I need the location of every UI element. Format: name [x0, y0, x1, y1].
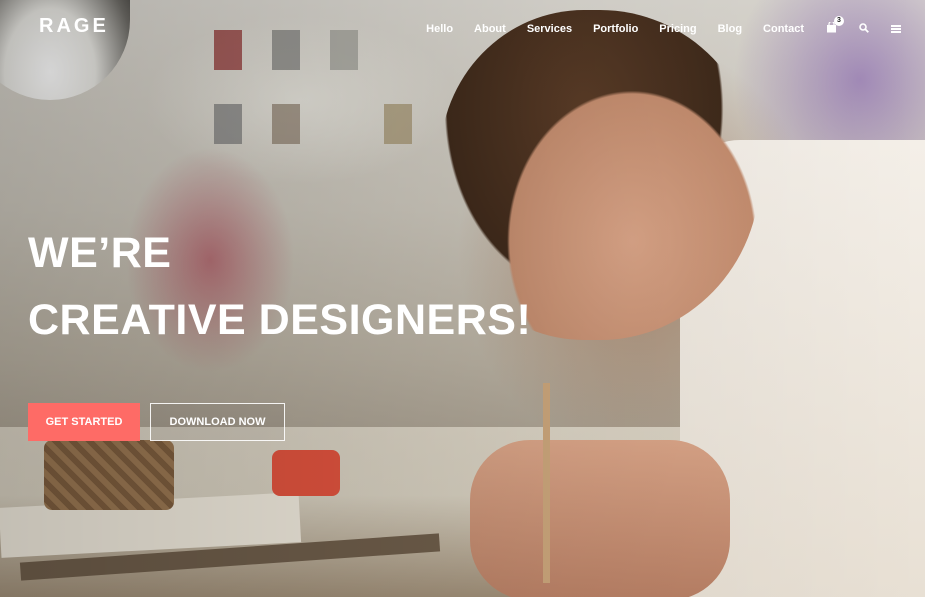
nav-item-portfolio[interactable]: Portfolio: [593, 23, 638, 35]
nav-item-contact[interactable]: Contact: [763, 23, 804, 35]
nav-item-blog[interactable]: Blog: [718, 23, 742, 35]
top-navigation: RAGE Hello About Services Portfolio Pric…: [0, 0, 925, 58]
headline-line-2: CREATIVE DESIGNERS!: [28, 296, 532, 344]
search-glyph: [859, 22, 869, 33]
nav-item-hello[interactable]: Hello: [426, 23, 453, 35]
main-nav: Hello About Services Portfolio Pricing B…: [405, 16, 901, 35]
hero-background: RAGE Hello About Services Portfolio Pric…: [0, 0, 925, 597]
download-now-button[interactable]: DOWNLOAD NOW: [150, 403, 285, 441]
hamburger-glyph: [891, 24, 901, 33]
headline-line-1: WE’RE: [28, 229, 172, 277]
shopping-bag-icon[interactable]: 3: [826, 16, 844, 35]
nav-item-pricing[interactable]: Pricing: [659, 23, 696, 35]
brand-logo[interactable]: RAGE: [39, 15, 109, 38]
hamburger-menu-icon[interactable]: [891, 23, 901, 35]
hero-headline: WE’RE CREATIVE DESIGNERS!: [28, 232, 531, 342]
nav-item-about[interactable]: About: [474, 23, 506, 35]
nav-item-services[interactable]: Services: [527, 23, 572, 35]
search-icon[interactable]: [859, 22, 869, 35]
cart-count-badge: 3: [834, 16, 844, 26]
get-started-button[interactable]: GET STARTED: [28, 403, 140, 441]
